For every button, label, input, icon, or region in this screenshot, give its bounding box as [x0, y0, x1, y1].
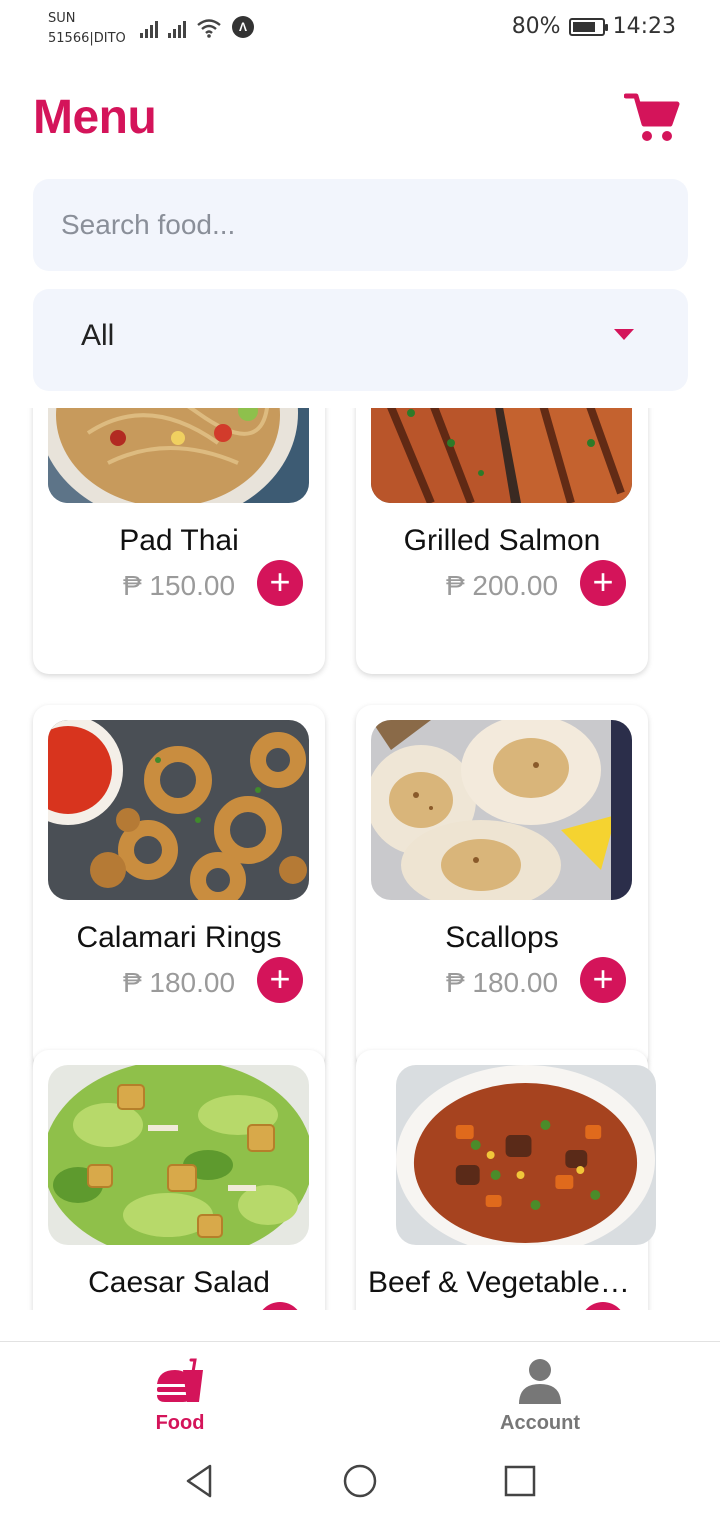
recents-icon: [504, 1465, 536, 1497]
search-input[interactable]: [33, 179, 688, 271]
food-grid[interactable]: Pad Thai ₱ 150.00 + Grilled Salmon ₱ 200…: [0, 408, 720, 1310]
food-card[interactable]: Pad Thai ₱ 150.00 +: [33, 408, 325, 674]
status-right: 80% 14:23: [512, 14, 676, 39]
account-icon: [519, 1359, 561, 1404]
status-bar: SUN 51566|DITO Λ 80% 14:23: [0, 0, 720, 56]
back-button[interactable]: [180, 1461, 220, 1501]
nav-item-food[interactable]: Food: [100, 1356, 260, 1435]
beef-vegetable-soup-image: [396, 1065, 656, 1245]
food-name: Grilled Salmon: [403, 524, 601, 557]
battery-percent: 80%: [511, 14, 561, 39]
food-name: Pad Thai: [119, 524, 239, 557]
nav-item-account[interactable]: Account: [460, 1356, 620, 1435]
category-dropdown[interactable]: All: [33, 289, 688, 391]
food-icon: [157, 1358, 203, 1402]
food-card[interactable]: Caesar Salad +: [33, 1050, 325, 1310]
clock: 14:23: [612, 14, 676, 39]
calamari-image: [48, 720, 309, 900]
pad-thai-image: [48, 408, 309, 503]
home-button[interactable]: [340, 1461, 380, 1501]
home-icon: [343, 1464, 377, 1498]
food-card[interactable]: Grilled Salmon ₱ 200.00 +: [356, 408, 648, 674]
wifi-icon: [197, 19, 221, 38]
add-to-cart-button[interactable]: +: [257, 1302, 303, 1310]
add-to-cart-button[interactable]: +: [257, 957, 303, 1003]
bottom-nav: Food Account: [0, 1341, 720, 1441]
back-icon: [186, 1464, 212, 1498]
food-name: Calamari Rings: [76, 921, 282, 954]
add-to-cart-button[interactable]: +: [580, 560, 626, 606]
signal-icon: [168, 18, 186, 38]
cart-icon: [623, 93, 680, 141]
add-to-cart-button[interactable]: +: [580, 1302, 626, 1310]
nav-label-account: Account: [500, 1412, 580, 1434]
signal-icons: Λ: [140, 16, 254, 38]
carrier-info: SUN 51566|DITO: [48, 9, 126, 49]
system-nav-bar: [0, 1441, 720, 1520]
recents-button[interactable]: [500, 1461, 540, 1501]
carrier-network: 51566|DITO: [48, 31, 126, 46]
carrier-name: SUN: [48, 11, 76, 26]
battery-icon: [568, 17, 608, 36]
food-card[interactable]: Scallops ₱ 180.00 +: [356, 705, 648, 1071]
food-card[interactable]: Calamari Rings ₱ 180.00 +: [33, 705, 325, 1071]
grilled-salmon-image: [371, 408, 632, 503]
chevron-down-icon: [614, 329, 634, 340]
add-to-cart-button[interactable]: +: [257, 560, 303, 606]
food-name: Beef & Vegetable S...: [368, 1266, 648, 1299]
search-box: [33, 179, 688, 271]
food-name: Caesar Salad: [88, 1266, 270, 1299]
nav-label-food: Food: [155, 1412, 205, 1434]
vpn-icon: Λ: [232, 16, 254, 38]
signal-icon: [140, 18, 158, 38]
scallops-image: [371, 720, 632, 900]
page-title: Menu: [33, 91, 157, 144]
food-name: Scallops: [445, 921, 559, 954]
add-to-cart-button[interactable]: +: [580, 957, 626, 1003]
caesar-salad-image: [48, 1065, 309, 1245]
cart-button[interactable]: [623, 92, 680, 144]
category-selected-value: All: [81, 319, 115, 352]
food-card[interactable]: Beef & Vegetable S... +: [356, 1050, 656, 1310]
